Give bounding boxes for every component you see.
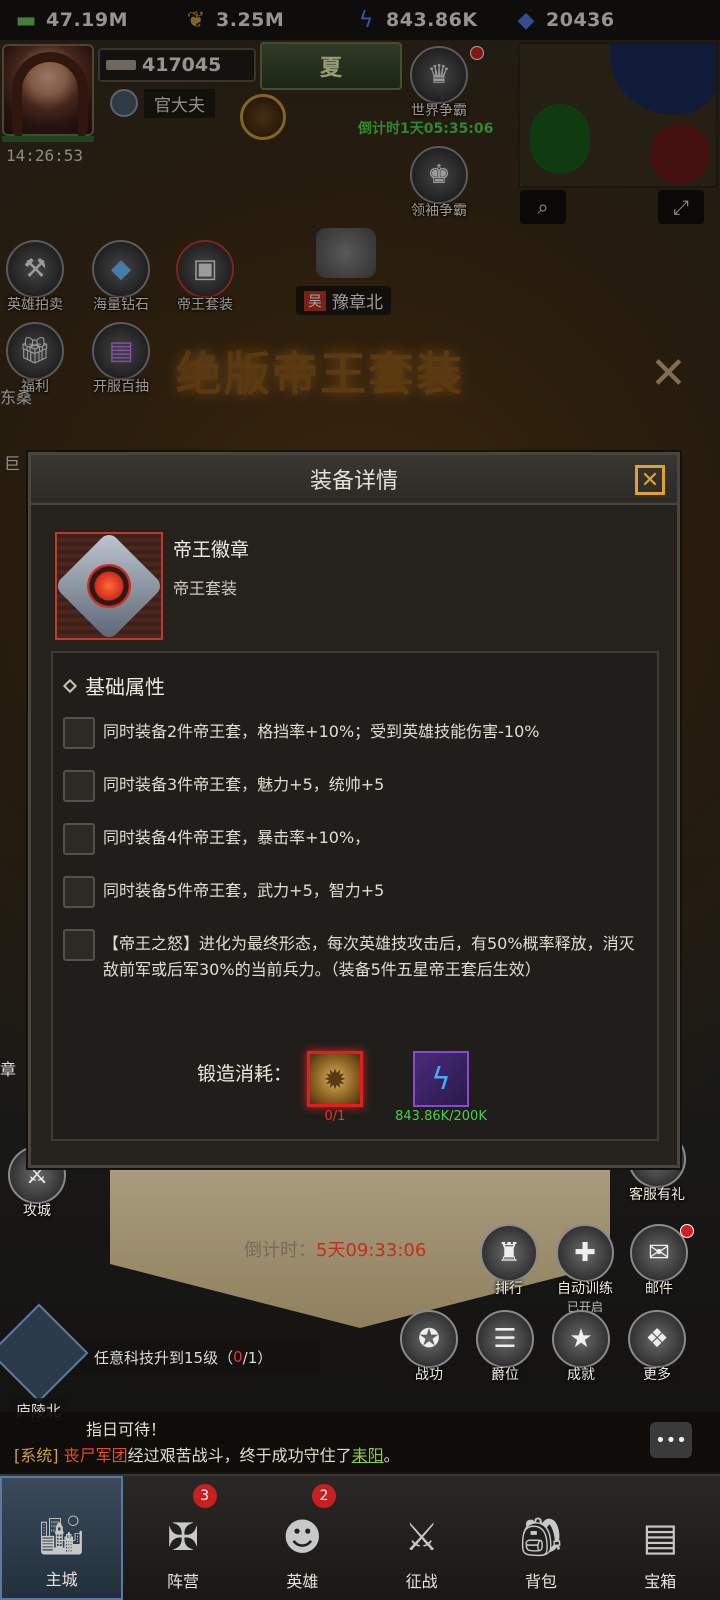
game-screen: ▬ 47.19M ❦ 3.25M ϟ 843.86K ◆ 20436 14:26… — [0, 0, 720, 1600]
attribute-text: 【帝王之怒】进化为最终形态，每次英雄技攻击后，有50%概率释放，消灭敌前军或后军… — [103, 934, 635, 979]
chat-army-name: 丧尸军团 — [63, 1446, 128, 1465]
merit-button[interactable]: ✪ 战功 — [400, 1310, 458, 1384]
attribute-checkbox — [63, 929, 95, 961]
modal-title: 装备详情 — [309, 469, 398, 494]
achievement-button[interactable]: ★ 成就 — [552, 1310, 610, 1384]
emblem-icon — [53, 530, 165, 642]
chat-bubble-icon[interactable]: ••• — [650, 1422, 692, 1458]
trophy-icon: ♜ — [480, 1224, 538, 1282]
nav-label: 背包 — [524, 1572, 557, 1591]
nav-backpack[interactable]: 🎒︎ 背包 — [481, 1476, 600, 1600]
attribute-checkbox — [63, 770, 95, 802]
chat-city-link[interactable]: 耒阳 — [352, 1446, 384, 1465]
nav-label: 阵营 — [166, 1572, 199, 1591]
soldier-icon: ☻ — [282, 1515, 323, 1559]
auto-train-label: 自动训练 — [557, 1281, 613, 1297]
task-text: 任意科技升到15级（ — [94, 1348, 234, 1367]
chat-message: 经过艰苦战斗，终于成功守住了 — [127, 1446, 352, 1465]
plus-icon: ✚ — [556, 1224, 614, 1282]
auto-train-button[interactable]: ✚ 自动训练 已开启 — [556, 1224, 614, 1315]
chat-line-2: [系统] 丧尸军团经过艰苦战斗，终于成功守住了耒阳。 — [14, 1442, 400, 1466]
nav-heroes[interactable]: ☻ 英雄 2 — [243, 1476, 362, 1600]
attribute-checkbox — [63, 823, 95, 855]
chat-bar[interactable]: 指日可待！ [系统] 丧尸军团经过艰苦战斗，终于成功守住了耒阳。 — [0, 1412, 720, 1472]
attribute-text: 同时装备3件帝王套，魅力+5，统帅+5 — [103, 775, 385, 794]
emblem-material-icon[interactable]: ✹ — [307, 1051, 363, 1107]
nav-label: 主城 — [45, 1570, 78, 1589]
attribute-row: 同时装备5件帝王套，武力+5，智力+5 — [63, 876, 643, 908]
eagle-icon: ✠ — [167, 1515, 199, 1559]
nav-label: 征战 — [405, 1572, 438, 1591]
attack-label: 攻城 — [23, 1203, 51, 1219]
ranking-label: 排行 — [495, 1281, 523, 1297]
item-name: 帝王徽章 — [173, 539, 250, 561]
crossed-swords-icon: ⚔ — [404, 1515, 439, 1559]
nav-badge: 2 — [311, 1484, 336, 1508]
treasure-chest-icon: ▤ — [642, 1515, 679, 1559]
support-label: 客服有礼 — [629, 1187, 685, 1203]
attribute-row: 同时装备4件帝王套，暴击率+10%， — [63, 823, 643, 855]
task-progress: 0 — [233, 1348, 243, 1366]
item-set-name: 帝王套装 — [173, 579, 238, 598]
attribute-row: 同时装备3件帝王套，魅力+5，统帅+5 — [63, 770, 643, 802]
promo-countdown: 倒计时：5天09:33:06 — [244, 1236, 426, 1262]
nav-campaign[interactable]: ⚔ 征战 — [362, 1476, 481, 1600]
attribute-text: 同时装备2件帝王套，格挡率+10%；受到英雄技能伤害-10% — [103, 722, 540, 741]
attribute-panel: 基础属性 同时装备2件帝王套，格挡率+10%；受到英雄技能伤害-10% 同时装备… — [51, 651, 659, 1141]
chat-end: 。 — [383, 1446, 400, 1465]
nav-camp[interactable]: ✠ 阵营 3 — [123, 1476, 242, 1600]
ranking-button[interactable]: ♜ 排行 — [480, 1224, 538, 1298]
more-button[interactable]: ❖ 更多 — [628, 1310, 686, 1384]
city-icon: 🏙︎ — [37, 1512, 86, 1557]
medal-icon: ✪ — [400, 1310, 458, 1368]
attribute-checkbox — [63, 717, 95, 749]
task-bar[interactable]: 任意科技升到15级（ 0/1） — [60, 1340, 320, 1374]
nav-badge: 3 — [192, 1484, 217, 1508]
mail-label: 邮件 — [645, 1281, 673, 1297]
attribute-row: 【帝王之怒】进化为最终形态，每次英雄技攻击后，有50%概率释放，消灭敌前军或后军… — [63, 929, 643, 983]
nav-main-city[interactable]: 🏙︎ 主城 — [0, 1476, 124, 1600]
attribute-checkbox — [63, 876, 95, 908]
diamond-bullet-icon — [62, 678, 78, 693]
grid-icon: ❖ — [628, 1310, 686, 1368]
chat-system-tag: [系统] — [14, 1446, 59, 1465]
countdown-label: 倒计时： — [244, 1240, 316, 1261]
title-button[interactable]: ☰ 爵位 — [476, 1310, 534, 1384]
close-icon[interactable]: ✕ — [635, 465, 665, 495]
more-label: 更多 — [643, 1367, 671, 1383]
merit-label: 战功 — [415, 1367, 443, 1383]
achievement-label: 成就 — [567, 1367, 595, 1383]
chevron-rank-icon: ☰ — [476, 1310, 534, 1368]
modal-header: 装备详情 ✕ — [31, 455, 677, 505]
lightning-material-icon[interactable]: ϟ — [413, 1051, 469, 1107]
notification-dot — [680, 1224, 694, 1238]
material-count: 843.86K/200K — [395, 1109, 487, 1124]
forge-cost-label: 锻造消耗： — [197, 1063, 293, 1085]
backpack-icon: 🎒︎ — [516, 1514, 566, 1559]
nav-label: 英雄 — [286, 1572, 319, 1591]
attribute-text: 同时装备5件帝王套，武力+5，智力+5 — [103, 881, 385, 900]
nav-chest[interactable]: ▤ 宝箱 — [601, 1476, 720, 1600]
mail-button[interactable]: ✉ 邮件 — [630, 1224, 694, 1298]
chat-line-1: 指日可待！ — [86, 1420, 167, 1439]
material-count: 0/1 — [324, 1109, 346, 1124]
attribute-text: 同时装备4件帝王套，暴击率+10%， — [103, 828, 371, 847]
map-side-label: 章 — [0, 1060, 17, 1079]
countdown-value: 5天09:33:06 — [316, 1240, 427, 1261]
attribute-row: 同时装备2件帝王套，格挡率+10%；受到英雄技能伤害-10% — [63, 717, 643, 749]
star-icon: ★ — [552, 1310, 610, 1368]
bottom-nav: 🏙︎ 主城 ✠ 阵营 3 ☻ 英雄 2 ⚔ 征战 🎒︎ 背包 ▤ 宝箱 — [0, 1474, 720, 1600]
nav-label: 宝箱 — [644, 1572, 677, 1591]
section-title: 基础属性 — [85, 675, 165, 699]
section-heading: 基础属性 — [62, 671, 165, 700]
equipment-detail-modal: 装备详情 ✕ 帝王徽章 帝王套装 基础属性 同时装备2件帝王套，格挡率+10%；… — [28, 452, 680, 1168]
title-label: 爵位 — [491, 1367, 519, 1383]
task-total: /1） — [242, 1348, 273, 1367]
